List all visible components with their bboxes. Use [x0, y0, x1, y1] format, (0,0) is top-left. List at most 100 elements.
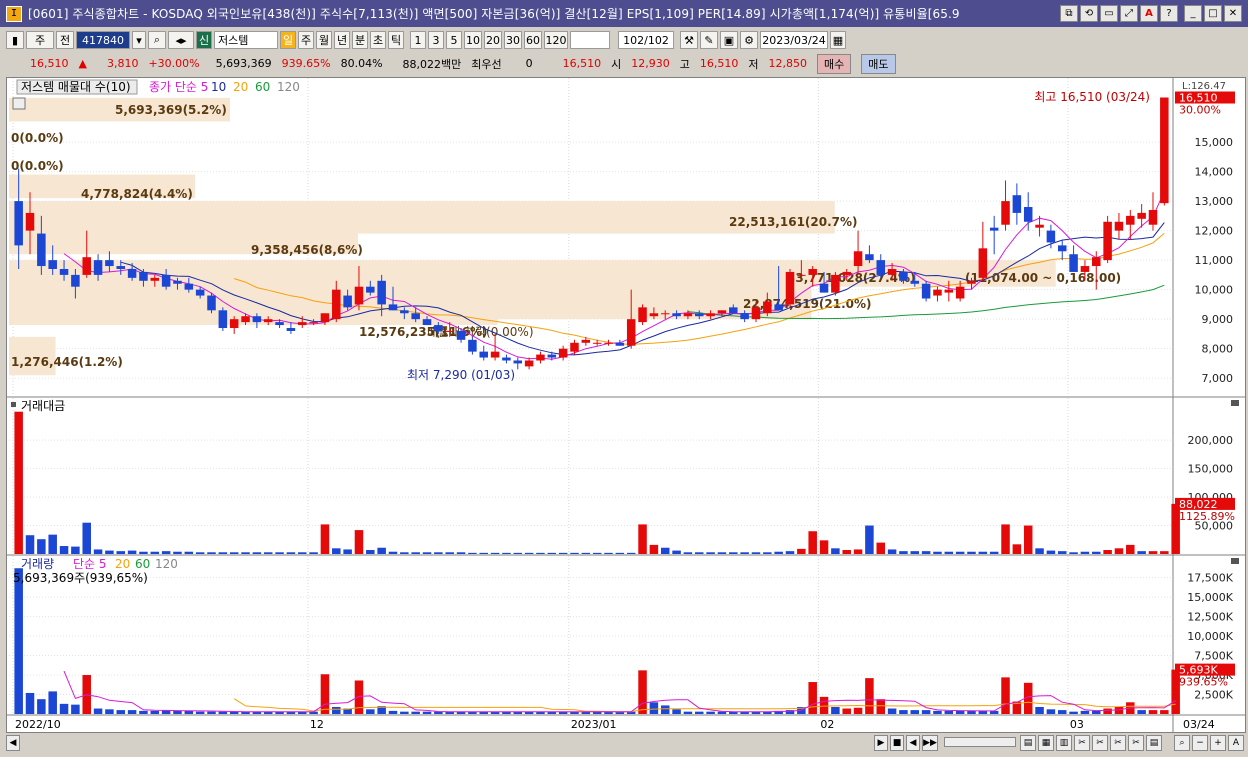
period-minute[interactable]: 분	[352, 31, 368, 49]
close-button[interactable]: ✕	[1224, 5, 1242, 22]
candle-body	[252, 316, 262, 323]
zoom-in-button[interactable]: +	[1210, 735, 1226, 751]
amount-bar	[309, 552, 318, 554]
candle-body	[831, 274, 840, 293]
candle-body	[354, 286, 364, 305]
period-tick[interactable]: 틱	[388, 31, 404, 49]
step-icon[interactable]: ◀	[906, 735, 920, 751]
interval-120[interactable]: 120	[544, 31, 568, 49]
tool2-icon[interactable]: ✂	[1074, 735, 1090, 751]
tool6-icon[interactable]: ▤	[1146, 735, 1162, 751]
period-day[interactable]: 일	[280, 31, 296, 49]
tool4-icon[interactable]: ✂	[1110, 735, 1126, 751]
amount-bar	[615, 552, 625, 554]
amount-bar	[377, 547, 386, 554]
zoom-out-button[interactable]: −	[1192, 735, 1208, 751]
link-icon[interactable]: ⧉	[1060, 5, 1078, 22]
volume-bar	[638, 670, 647, 714]
font-size-button[interactable]: A	[1228, 735, 1244, 751]
interval-30[interactable]: 30	[504, 31, 522, 49]
chevron-down-icon[interactable]: ▾	[132, 31, 146, 49]
prev-button[interactable]: 전	[56, 31, 74, 49]
amount-bar	[876, 542, 886, 554]
zoom-icon[interactable]: ⌕	[1174, 735, 1190, 751]
screen-icon[interactable]: ▭	[1100, 5, 1118, 22]
grid-icon[interactable]: ▦	[1038, 735, 1054, 751]
candle-body	[978, 248, 988, 278]
interval-5[interactable]: 5	[446, 31, 462, 49]
draw-icon[interactable]: ✎	[700, 31, 718, 49]
date-input[interactable]: 2023/03/24	[760, 31, 828, 49]
calendar-icon[interactable]: ▦	[830, 31, 846, 49]
app-icon: I	[6, 5, 22, 22]
amount-bar	[1012, 544, 1022, 554]
volume-bar	[649, 702, 659, 714]
amount-bar	[989, 551, 999, 554]
expand-icon[interactable]: ⤢	[1120, 5, 1138, 22]
price-tick-label: 12,000	[1195, 225, 1234, 238]
tool-icon[interactable]: ⚒	[680, 31, 698, 49]
tool5-icon[interactable]: ✂	[1128, 735, 1144, 751]
period-week[interactable]: 주	[298, 31, 314, 49]
amount: 88,022백만	[402, 57, 462, 71]
help-icon[interactable]: ?	[1160, 5, 1178, 22]
stock-code-input[interactable]: 417840	[76, 31, 130, 49]
interval-10[interactable]: 10	[464, 31, 482, 49]
amount-bar	[184, 551, 194, 554]
interval-1[interactable]: 1	[410, 31, 426, 49]
volume-bar	[411, 711, 420, 714]
stock-chart[interactable]: 7,000 8,000 9,000 10,000 11,000 12,000 13,000 1…	[7, 78, 1245, 732]
sell-button[interactable]: 매도	[861, 53, 896, 74]
amount-current-pct: 1125.89%	[1179, 510, 1235, 523]
tool3-icon[interactable]: ✂	[1092, 735, 1108, 751]
speaker-icon[interactable]: ◂▸	[168, 31, 194, 49]
gear-icon[interactable]: ⚙	[740, 31, 758, 49]
amount-bar	[638, 524, 647, 554]
minimize-button[interactable]: _	[1184, 5, 1202, 22]
font-icon[interactable]: A	[1140, 5, 1158, 22]
interval-3[interactable]: 3	[428, 31, 444, 49]
pause-icon[interactable]: ■	[890, 735, 904, 751]
volume-bar	[400, 711, 409, 714]
amount-bar	[763, 552, 772, 554]
count-input[interactable]: 102/102	[618, 31, 674, 49]
price-tick-label: 10,000	[1195, 284, 1234, 297]
amount-bar	[604, 552, 613, 554]
chart-type-icon[interactable]: ▥	[1056, 735, 1072, 751]
period-year[interactable]: 년	[334, 31, 350, 49]
volume-bar	[876, 699, 886, 714]
amount-bar	[558, 552, 568, 554]
amount-bar	[195, 552, 205, 554]
interval-60[interactable]: 60	[524, 31, 542, 49]
buy-button[interactable]: 매수	[817, 53, 852, 74]
amount-bar	[297, 552, 307, 554]
amount-bar	[422, 552, 432, 554]
interval-20[interactable]: 20	[484, 31, 502, 49]
layout-icon[interactable]: ▤	[1020, 735, 1036, 751]
volume-bar	[25, 692, 35, 714]
candle-body	[445, 330, 454, 332]
legend-item: 10	[211, 80, 226, 94]
period-second[interactable]: 초	[370, 31, 386, 49]
refresh-icon[interactable]: ⟲	[1080, 5, 1098, 22]
period-month[interactable]: 월	[316, 31, 332, 49]
candle-body	[910, 280, 920, 284]
save-icon[interactable]: ▣	[720, 31, 738, 49]
best-bid-label: 최우선	[471, 57, 502, 71]
scroll-left-icon[interactable]: ◀	[6, 735, 20, 751]
search-icon[interactable]: ⌕	[148, 31, 166, 49]
candle-body	[1001, 201, 1010, 225]
price-tick-label: 9,000	[1202, 313, 1234, 326]
stock-name-field[interactable]: 저스템	[214, 31, 278, 49]
fast-forward-icon[interactable]: ▶▶	[922, 735, 938, 751]
custom-interval-input[interactable]	[570, 31, 610, 49]
candle-body	[649, 313, 659, 317]
type-select[interactable]: 주	[26, 31, 54, 49]
chart-area[interactable]: 7,000 8,000 9,000 10,000 11,000 12,000 13,000 1…	[6, 77, 1246, 733]
price-info-bar: 16,510 ▲ 3,810 +30.00% 5,693,369 939.65% …	[0, 53, 1248, 74]
lock-icon[interactable]: ▮	[6, 31, 24, 49]
play-icon[interactable]: ▶	[874, 735, 888, 751]
scroll-track[interactable]	[944, 737, 1016, 747]
volume-profile-label: 9,358,456(8,6%)	[251, 243, 363, 257]
maximize-button[interactable]: □	[1204, 5, 1222, 22]
